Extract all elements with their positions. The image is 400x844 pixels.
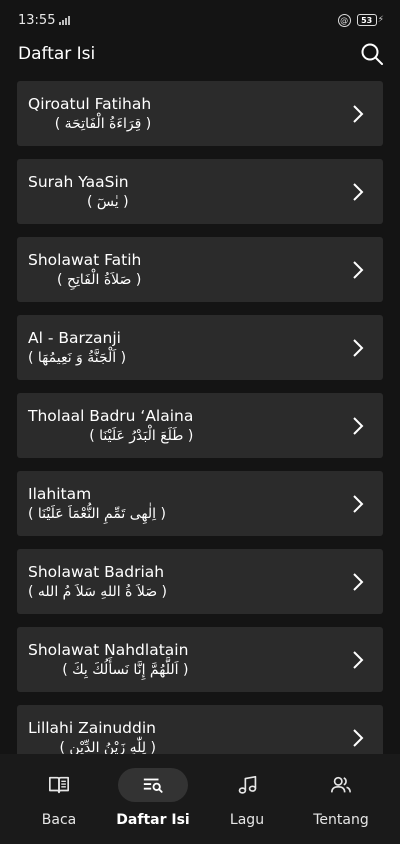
nav-label: Tentang	[313, 812, 369, 828]
status-right: @ 53 ⚡	[337, 13, 384, 27]
chevron-right-icon	[353, 572, 364, 591]
chevron-right-icon	[353, 650, 364, 669]
nav-item-lagu[interactable]: Lagu	[202, 768, 292, 844]
chevron-right-icon	[353, 728, 364, 747]
battery-icon: 53 ⚡	[356, 14, 384, 26]
music-note-icon	[238, 775, 257, 794]
vpn-icon: @	[337, 13, 351, 27]
book-icon	[49, 776, 69, 794]
list-item-arabic: ( قِرَاءَةُ الْفَاتِحَة )	[54, 116, 152, 132]
nav-item-daftar-isi[interactable]: Daftar Isi	[108, 768, 198, 844]
list-item-title: Lillahi Zainuddin	[28, 719, 156, 737]
list-item-al-barzanji[interactable]: Al - Barzanji ( اَلْجَنَّةُ وَ نَعِيمُهَ…	[17, 315, 383, 380]
status-bar: 13:55 @ 53 ⚡	[0, 0, 400, 40]
list-item-tholaal-badru[interactable]: Tholaal Badru ‘Alaina ( طَلَعَ الْبَدْرُ…	[17, 393, 383, 458]
list-item-lillahi-zainuddin[interactable]: Lillahi Zainuddin ( لِلّٰهِ زَيْنُ الدِّ…	[17, 705, 383, 754]
nav-label: Lagu	[229, 812, 265, 828]
signal-icon	[59, 15, 71, 25]
nav-label: Daftar Isi	[116, 812, 190, 828]
list-item-title: Qiroatul Fatihah	[28, 95, 152, 113]
chevron-right-icon	[353, 182, 364, 201]
list-item-arabic: ( يٰسٓ )	[87, 194, 129, 210]
clock: 13:55	[18, 12, 56, 28]
nav-label: Baca	[41, 812, 77, 828]
page-title: Daftar Isi	[18, 44, 96, 64]
list-item-title: Ilahitam	[28, 485, 92, 503]
list-item-title: Surah YaaSin	[28, 173, 129, 191]
list-item-title: Sholawat Nahdlatain	[28, 641, 189, 659]
list-item-arabic: ( طَلَعَ الْبَدْرُ عَلَيْنَا )	[89, 428, 194, 444]
list-item-title: Sholawat Fatih	[28, 251, 142, 269]
list-item-arabic: ( صَلاَةُ الْفَاتِحِ )	[57, 272, 142, 288]
list-item-arabic: ( اَلْجَنَّةُ وَ نَعِيمُهَا )	[28, 350, 127, 366]
chevron-right-icon	[353, 104, 364, 123]
list-item-title: Tholaal Badru ‘Alaina	[28, 407, 194, 425]
app-bar: Daftar Isi	[0, 40, 400, 68]
list-item-surah-yaasin[interactable]: Surah YaaSin ( يٰسٓ )	[17, 159, 383, 224]
battery-level: 53	[356, 14, 377, 26]
list-item-qiroatul-fatihah[interactable]: Qiroatul Fatihah ( قِرَاءَةُ الْفَاتِحَة…	[17, 81, 383, 146]
list-item-arabic: ( لِلّٰهِ زَيْنُ الدِّيْنِ )	[59, 740, 156, 754]
bottom-navigation: Baca Daftar Isi Lagu Tentang	[0, 754, 400, 844]
chevron-right-icon	[353, 260, 364, 279]
list-item-title: Al - Barzanji	[28, 329, 121, 347]
people-icon	[331, 776, 351, 793]
list-item-arabic: ( اِلٰهِى تَمِّمِ النُّعْمَاَ عَلَيْنَا …	[28, 506, 166, 522]
search-icon[interactable]	[360, 42, 384, 66]
chevron-right-icon	[353, 416, 364, 435]
nav-item-baca[interactable]: Baca	[14, 768, 104, 844]
list-item-sholawat-badriah[interactable]: Sholawat Badriah ( صَلاَ ةُ اللهِ سَلاَ …	[17, 549, 383, 614]
nav-item-tentang[interactable]: Tentang	[296, 768, 386, 844]
chevron-right-icon	[353, 338, 364, 357]
list-item-arabic: ( صَلاَ ةُ اللهِ سَلاَ مُ الله )	[28, 584, 167, 600]
chevron-right-icon	[353, 494, 364, 513]
list-item-ilahitam[interactable]: Ilahitam ( اِلٰهِى تَمِّمِ النُّعْمَاَ ع…	[17, 471, 383, 536]
list-item-title: Sholawat Badriah	[28, 563, 165, 581]
status-left: 13:55	[18, 12, 71, 28]
charging-icon: ⚡	[377, 15, 384, 25]
list-item-arabic: ( اَللَّهُمَّ إِنَّا نَسأَلُكَ بِكَ )	[62, 662, 189, 678]
content-list[interactable]: Qiroatul Fatihah ( قِرَاءَةُ الْفَاتِحَة…	[0, 81, 400, 754]
list-item-sholawat-nahdlatain[interactable]: Sholawat Nahdlatain ( اَللَّهُمَّ إِنَّا…	[17, 627, 383, 692]
list-search-icon	[143, 778, 163, 793]
list-item-sholawat-fatih[interactable]: Sholawat Fatih ( صَلاَةُ الْفَاتِحِ )	[17, 237, 383, 302]
